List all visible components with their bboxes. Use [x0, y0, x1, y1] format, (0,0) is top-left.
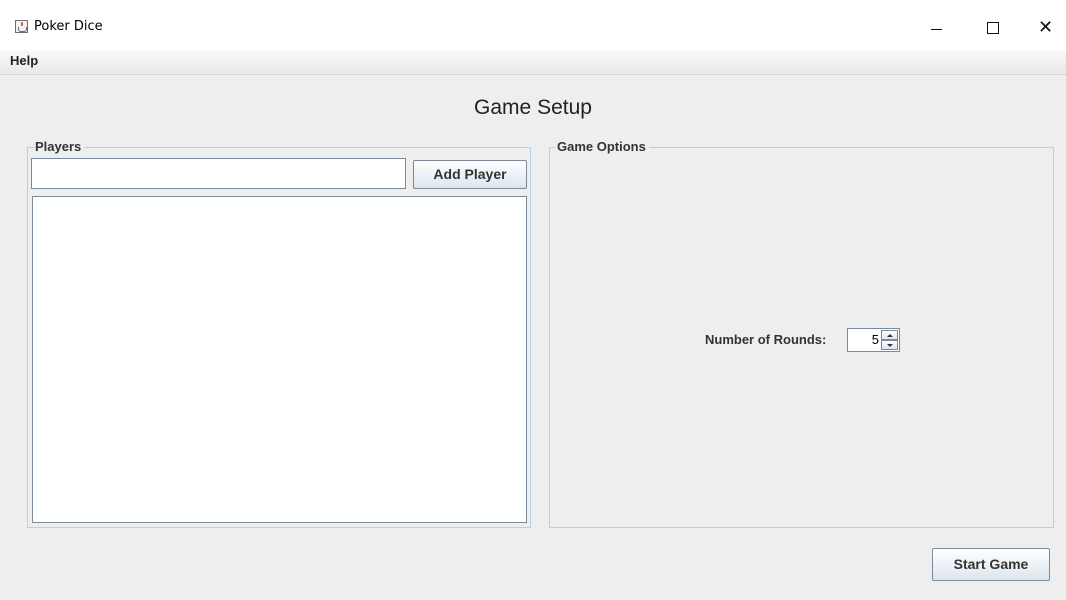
- window-title: Poker Dice: [34, 19, 103, 34]
- menu-help[interactable]: Help: [10, 53, 38, 68]
- page-title: Game Setup: [474, 96, 592, 119]
- players-panel: Players Add Player: [27, 139, 531, 528]
- arrow-up-icon: [887, 334, 893, 337]
- add-player-button[interactable]: Add Player: [413, 160, 527, 189]
- minimize-icon: [931, 29, 942, 30]
- close-button[interactable]: ✕: [1022, 12, 1066, 42]
- maximize-icon: [987, 22, 999, 34]
- minimize-button[interactable]: [913, 12, 959, 42]
- player-list[interactable]: [32, 196, 527, 523]
- rounds-label: Number of Rounds:: [705, 332, 827, 347]
- maximize-button[interactable]: [970, 12, 1016, 42]
- close-icon: ✕: [1038, 17, 1054, 38]
- player-name-input[interactable]: [31, 158, 406, 189]
- title-bar[interactable]: Poker Dice ✕: [0, 0, 1066, 50]
- game-options-legend: Game Options: [556, 139, 649, 155]
- rounds-increment-button[interactable]: [881, 330, 898, 340]
- start-game-button[interactable]: Start Game: [932, 548, 1050, 581]
- rounds-decrement-button[interactable]: [881, 340, 898, 350]
- app-window: Poker Dice ✕ Help Game Setup Players Add…: [0, 0, 1066, 600]
- rounds-value[interactable]: 5: [848, 332, 879, 347]
- rounds-spinner[interactable]: 5: [847, 328, 900, 352]
- java-cup-icon: [15, 20, 28, 33]
- menu-bar: Help: [0, 50, 1066, 75]
- arrow-down-icon: [887, 344, 893, 347]
- game-options-panel: Game Options Number of Rounds: 5: [549, 139, 1054, 528]
- players-legend: Players: [34, 139, 85, 155]
